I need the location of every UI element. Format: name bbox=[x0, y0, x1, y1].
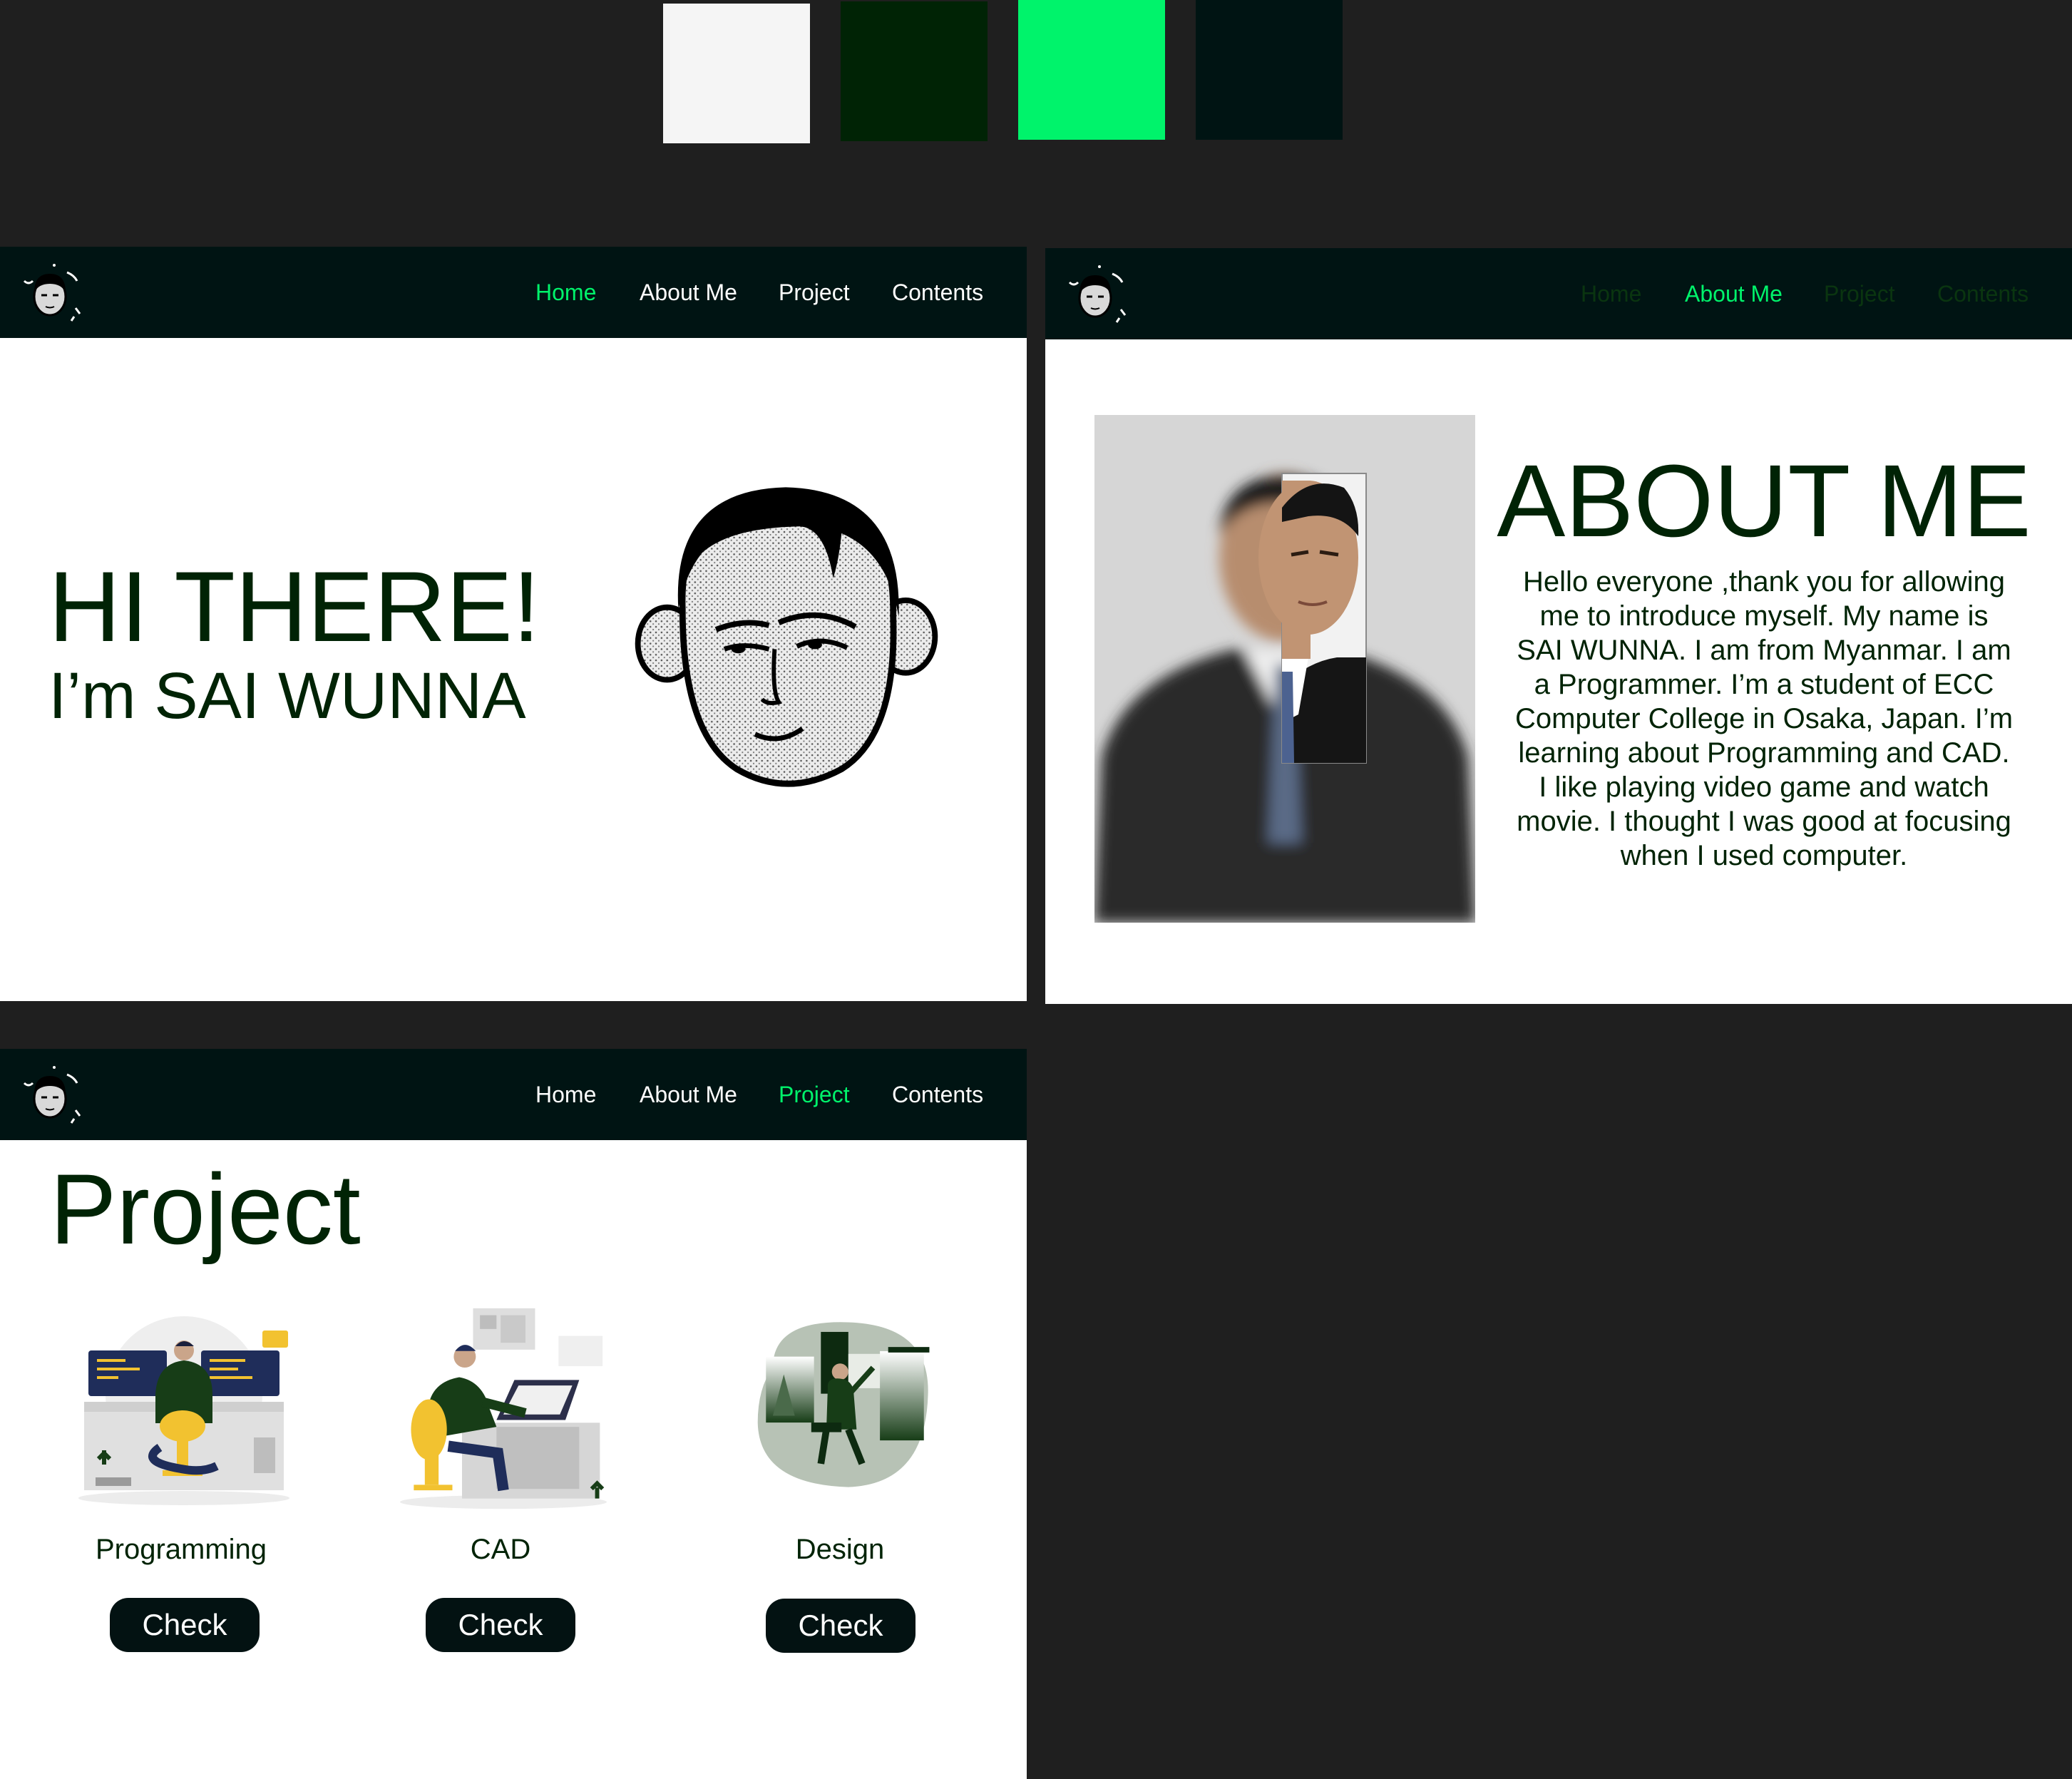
profile-photo bbox=[1094, 415, 1475, 923]
check-design-button[interactable]: Check bbox=[766, 1599, 916, 1653]
top-nav: Home About Me Project Contents bbox=[0, 1049, 1027, 1140]
nav-contents[interactable]: Contents bbox=[892, 247, 983, 338]
top-nav: Home About Me Project Contents bbox=[0, 247, 1027, 338]
check-programming-button[interactable]: Check bbox=[110, 1598, 260, 1652]
hero-subheading: I’m SAI WUNNA bbox=[48, 660, 526, 732]
project-page-frame: Home About Me Project Contents Project P… bbox=[0, 1049, 1027, 1779]
bio-line: I like playing video game and watch bbox=[1539, 771, 1989, 803]
bio-line: Hello everyone ,thank you for allowing bbox=[1523, 566, 2005, 598]
avatar-face-icon bbox=[635, 487, 938, 787]
bio-line: when I used computer. bbox=[1620, 840, 1908, 871]
nav-project[interactable]: Project bbox=[779, 247, 850, 338]
bio-line: a Programmer. I’m a student of ECC bbox=[1534, 669, 1994, 700]
bio-line: movie. I thought I was good at focusing bbox=[1517, 806, 2011, 837]
card-label-programming: Programming bbox=[95, 1534, 267, 1565]
bio-line: learning about Programming and CAD. bbox=[1518, 737, 2010, 769]
palette-swatch-near-black bbox=[1196, 0, 1343, 140]
hero-heading: HI THERE! bbox=[48, 550, 540, 662]
about-title: ABOUT ME bbox=[1497, 444, 2031, 558]
bio-line: SAI WUNNA. I am from Myanmar. I am bbox=[1517, 635, 2011, 666]
card-label-design: Design bbox=[795, 1534, 885, 1565]
nav-project[interactable]: Project bbox=[779, 1049, 850, 1140]
card-label-cad: CAD bbox=[470, 1534, 531, 1565]
nav-home[interactable]: Home bbox=[1581, 248, 1641, 339]
nav-about-me[interactable]: About Me bbox=[1685, 248, 1783, 339]
programmer-at-desk-illustration bbox=[78, 1316, 289, 1505]
top-nav: Home About Me Project Contents bbox=[1045, 248, 2072, 339]
logo-face-icon[interactable] bbox=[14, 1059, 86, 1130]
about-page-frame: Home About Me Project Contents ABOUT ME … bbox=[1045, 248, 2072, 1004]
cad-designer-illustration bbox=[400, 1308, 607, 1509]
nav-about-me[interactable]: About Me bbox=[640, 1049, 737, 1140]
nav-contents[interactable]: Contents bbox=[1937, 248, 2029, 339]
bio-line: Computer College in Osaka, Japan. I’m bbox=[1514, 703, 2014, 734]
nav-about-me[interactable]: About Me bbox=[640, 247, 737, 338]
logo-face-icon[interactable] bbox=[14, 257, 86, 328]
palette-swatch-white bbox=[663, 4, 810, 143]
project-title: Project bbox=[50, 1153, 361, 1265]
home-page-frame: Home About Me Project Contents HI THERE!… bbox=[0, 247, 1027, 1001]
nav-contents[interactable]: Contents bbox=[892, 1049, 983, 1140]
designer-drawing-illustration bbox=[757, 1322, 930, 1487]
check-cad-button[interactable]: Check bbox=[426, 1598, 575, 1652]
palette-swatch-dark-green bbox=[841, 1, 988, 141]
logo-face-icon[interactable] bbox=[1060, 258, 1131, 329]
nav-project[interactable]: Project bbox=[1824, 248, 1895, 339]
nav-home[interactable]: Home bbox=[535, 1049, 596, 1140]
nav-home[interactable]: Home bbox=[535, 247, 596, 338]
about-bio: Hello everyone ,thank you for allowing m… bbox=[1470, 565, 2058, 873]
palette-swatch-bright-green bbox=[1018, 0, 1165, 140]
bio-line: me to introduce myself. My name is bbox=[1539, 600, 1989, 632]
